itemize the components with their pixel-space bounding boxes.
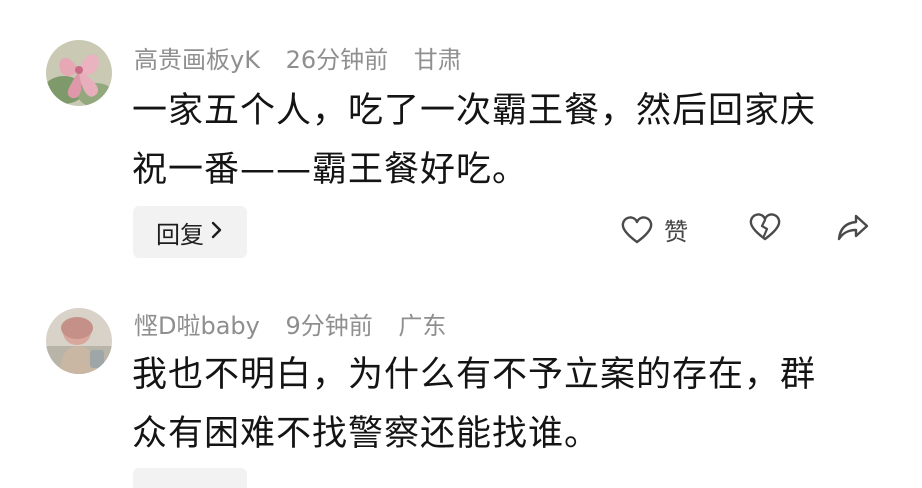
username[interactable]: 高贵画板yK — [134, 46, 260, 74]
comment-text: 我也不明白，为什么有不予立案的存在，群 众有困难不找警察还能找谁。 — [132, 346, 862, 464]
reply-button[interactable] — [133, 468, 247, 488]
comment-item: 悭D啦baby 9分钟前 广东 我也不明白，为什么有不予立案的存在，群 众有困难… — [0, 290, 922, 488]
dislike-button[interactable] — [748, 212, 782, 242]
username[interactable]: 悭D啦baby — [134, 312, 260, 340]
reply-label: 回复 — [156, 220, 204, 249]
comment-text: 一家五个人，吃了一次霸王餐，然后回家庆 祝一番——霸王餐好吃。 — [132, 82, 862, 200]
like-label: 赞 — [664, 218, 688, 246]
location: 广东 — [398, 312, 447, 340]
avatar[interactable] — [46, 40, 112, 106]
location: 甘肃 — [413, 46, 462, 74]
comment-meta: 高贵画板yK 26分钟前 甘肃 — [134, 44, 480, 76]
comment-text-line: 众有困难不找警察还能找谁。 — [132, 414, 601, 454]
flower-avatar-icon — [46, 40, 112, 106]
timestamp: 9分钟前 — [285, 312, 373, 340]
chevron-right-icon — [210, 218, 224, 246]
comment-text-line: 我也不明白，为什么有不予立案的存在，群 — [132, 355, 817, 395]
heart-outline-icon — [620, 215, 654, 245]
broken-heart-icon — [748, 212, 782, 242]
timestamp: 26分钟前 — [285, 46, 389, 74]
comment-text-line: 祝一番——霸王餐好吃。 — [132, 150, 529, 190]
reply-button[interactable]: 回复 — [133, 206, 247, 258]
share-arrow-icon — [836, 212, 870, 242]
comment-item: 高贵画板yK 26分钟前 甘肃 一家五个人，吃了一次霸王餐，然后回家庆 祝一番—… — [0, 0, 922, 290]
share-button[interactable] — [836, 212, 870, 242]
comment-meta: 悭D啦baby 9分钟前 广东 — [134, 310, 464, 342]
like-button[interactable]: 赞 — [620, 212, 688, 247]
person-avatar-icon — [46, 308, 112, 374]
comment-text-line: 一家五个人，吃了一次霸王餐，然后回家庆 — [132, 91, 817, 131]
avatar[interactable] — [46, 308, 112, 374]
